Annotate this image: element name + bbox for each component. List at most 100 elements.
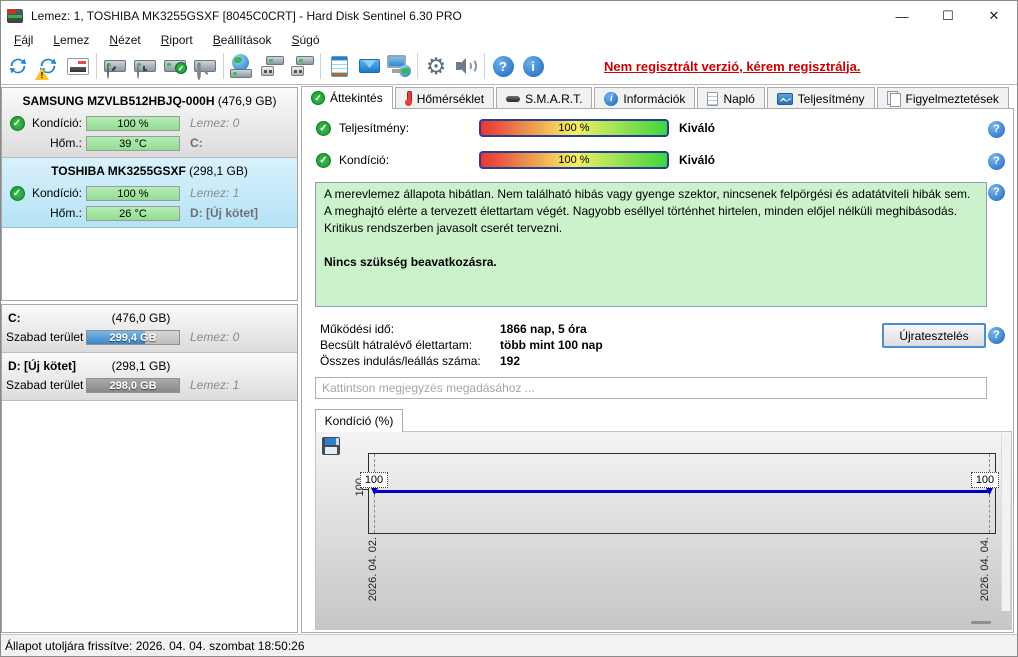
remote-computer-icon[interactable] bbox=[384, 51, 414, 81]
check-icon: ✓ bbox=[311, 91, 325, 105]
x-axis-date-right: 2026. 04. 04. bbox=[979, 537, 991, 602]
tab-smart[interactable]: S.M.A.R.T. bbox=[496, 87, 593, 109]
tab-overview[interactable]: ✓ Áttekintés bbox=[301, 86, 393, 109]
status-action: Nincs szükség beavatkozásra. bbox=[324, 255, 497, 270]
info-icon[interactable]: i bbox=[518, 51, 548, 81]
log-notepad-icon[interactable] bbox=[324, 51, 354, 81]
network-disk-icon[interactable] bbox=[227, 51, 257, 81]
menu-bar: Fájl Lemez Nézet Riport Beállítások Súgó bbox=[1, 31, 1017, 48]
partition-size: (476,0 GB) bbox=[111, 310, 171, 325]
point-label-left: 100 bbox=[360, 472, 388, 488]
title-bar: Lemez: 1, TOSHIBA MK3255GSXF [8045C0CRT]… bbox=[1, 1, 1017, 31]
menu-help[interactable]: Súgó bbox=[281, 33, 329, 47]
tab-bar: ✓ Áttekintés Hőmérséklet S.M.A.R.T. i Info… bbox=[301, 86, 1016, 109]
ok-icon: ✓ bbox=[316, 152, 331, 168]
condition-history-chart: 100 100 100 2026. 04. 02. 2026. 04. 04. bbox=[315, 431, 1012, 630]
partition-card-d[interactable]: D: [Új kötet] (298,1 GB) Szabad terület … bbox=[2, 353, 297, 401]
lifetime-stats: Működési idő: 1866 nap, 5 óra Becsült há… bbox=[320, 321, 603, 369]
tab-temperature[interactable]: Hőmérséklet bbox=[394, 87, 495, 109]
tab-log[interactable]: Napló bbox=[697, 87, 765, 109]
disk-title: SAMSUNG MZVLB512HBJQ-000H (476,9 GB) bbox=[22, 94, 277, 108]
help-icon[interactable]: ? bbox=[988, 184, 1005, 201]
disk-card-samsung[interactable]: SAMSUNG MZVLB512HBJQ-000H (476,9 GB) ✓ K… bbox=[2, 88, 297, 158]
disk-analyze-icon[interactable] bbox=[190, 51, 220, 81]
pages-icon bbox=[886, 91, 901, 107]
partition-name: C: bbox=[8, 310, 21, 325]
disk-card-toshiba[interactable]: TOSHIBA MK3255GSXF (298,1 GB) ✓ Kondíció… bbox=[2, 158, 297, 228]
close-button[interactable]: ✕ bbox=[971, 1, 1017, 31]
menu-disk[interactable]: Lemez bbox=[43, 33, 99, 47]
toolbar: ! ✓ ⚙ ? i Nem regisztrált verzió, kérem … bbox=[1, 48, 1017, 85]
power-on-time-label: Működési idő: bbox=[320, 322, 395, 336]
disk-scheduler-icon[interactable] bbox=[130, 51, 160, 81]
app-window: Lemez: 1, TOSHIBA MK3255GSXF [8045C0CRT]… bbox=[0, 0, 1018, 657]
disk-health-icon[interactable]: ✓ bbox=[160, 51, 190, 81]
maximize-button[interactable]: ☐ bbox=[925, 1, 971, 31]
disk-number-label: Lemez: 0 bbox=[190, 330, 240, 344]
toolbar-separator bbox=[320, 53, 321, 79]
disk-connect-icon[interactable] bbox=[257, 51, 287, 81]
page-icon bbox=[707, 91, 719, 106]
save-chart-icon[interactable] bbox=[322, 437, 340, 455]
comment-input[interactable] bbox=[315, 377, 987, 399]
tab-alerts[interactable]: Figyelmeztetések bbox=[876, 87, 1009, 109]
disk-list-panel: SAMSUNG MZVLB512HBJQ-000H (476,9 GB) ✓ K… bbox=[1, 87, 298, 301]
info-icon: i bbox=[604, 91, 619, 106]
disk-number-label: Lemez: 1 bbox=[190, 186, 240, 200]
overview-panel: ✓ Teljesítmény: 100 % Kiváló ? ✓ Kondíci… bbox=[301, 108, 1014, 633]
menu-report[interactable]: Riport bbox=[151, 33, 203, 47]
condition-label: Kondíció: bbox=[31, 116, 82, 130]
help-icon[interactable]: ? bbox=[988, 121, 1005, 138]
partition-name: D: [Új kötet] bbox=[8, 358, 76, 373]
free-space-bar: 299,4 GB bbox=[86, 329, 180, 345]
refresh-icon[interactable] bbox=[3, 51, 33, 81]
settings-gear-icon[interactable]: ⚙ bbox=[421, 51, 451, 81]
chart-plot-area bbox=[368, 453, 996, 534]
point-label-right: 100 bbox=[971, 472, 999, 488]
menu-view[interactable]: Nézet bbox=[99, 33, 150, 47]
chart-tab-condition[interactable]: Kondíció (%) bbox=[315, 409, 403, 432]
partition-list-panel: C: (476,0 GB) Szabad terület 299,4 GB Le… bbox=[1, 304, 298, 633]
app-logo-icon bbox=[7, 9, 23, 23]
x-axis-date-left: 2026. 04. 02. bbox=[367, 537, 379, 602]
sound-icon[interactable] bbox=[451, 51, 481, 81]
condition-row: ✓ Kondíció: 100 % Kiváló bbox=[316, 151, 715, 169]
status-text: Állapot utoljára frissítve: 2026. 04. 04… bbox=[5, 638, 305, 653]
temperature-bar: 26 °C bbox=[86, 205, 180, 221]
help-icon[interactable]: ? bbox=[988, 153, 1005, 170]
performance-bar: 100 % bbox=[479, 119, 669, 137]
temperature-label: Hőm.: bbox=[49, 136, 82, 150]
refresh-warning-icon[interactable]: ! bbox=[33, 51, 63, 81]
partition-card-c[interactable]: C: (476,0 GB) Szabad terület 299,4 GB Le… bbox=[2, 305, 297, 353]
disk-title: TOSHIBA MK3255GSXF (298,1 GB) bbox=[51, 164, 248, 178]
report-icon[interactable] bbox=[63, 51, 93, 81]
condition-label: Kondíció: bbox=[31, 186, 82, 200]
menu-settings[interactable]: Beállítások bbox=[203, 33, 282, 47]
email-icon[interactable] bbox=[354, 51, 384, 81]
remaining-lifetime-label: Becsült hátralévő élettartam: bbox=[320, 338, 473, 352]
temperature-bar: 39 °C bbox=[86, 135, 180, 151]
toolbar-separator bbox=[223, 53, 224, 79]
tab-performance[interactable]: Teljesítmény bbox=[766, 87, 875, 109]
temperature-label: Hőm.: bbox=[49, 206, 82, 220]
horizontal-scroll-thumb[interactable] bbox=[971, 621, 991, 624]
free-space-label: Szabad terület bbox=[6, 330, 84, 344]
free-space-bar: 298,0 GB bbox=[86, 377, 180, 393]
retest-button[interactable]: Újratesztelés bbox=[882, 323, 986, 348]
minimize-button[interactable]: — bbox=[879, 1, 925, 31]
performance-rating: Kiváló bbox=[679, 121, 716, 135]
chart-scrollbar[interactable] bbox=[1001, 433, 1010, 611]
register-link[interactable]: Nem regisztrált verzió, kérem regisztrál… bbox=[604, 59, 861, 74]
help-icon[interactable]: ? bbox=[988, 327, 1005, 344]
menu-file[interactable]: Fájl bbox=[4, 33, 43, 47]
chart-icon bbox=[776, 92, 793, 105]
tab-information[interactable]: i Információk bbox=[594, 87, 696, 109]
disk-dash-icon bbox=[506, 95, 521, 102]
power-on-time-value: 1866 nap, 5 óra bbox=[500, 322, 587, 336]
remaining-lifetime-value: több mint 100 nap bbox=[500, 338, 603, 352]
disk-disconnect-icon[interactable] bbox=[287, 51, 317, 81]
disk-surface-test-icon[interactable] bbox=[100, 51, 130, 81]
disk-number-label: Lemez: 1 bbox=[190, 378, 240, 392]
toolbar-separator bbox=[484, 53, 485, 79]
help-icon[interactable]: ? bbox=[488, 51, 518, 81]
